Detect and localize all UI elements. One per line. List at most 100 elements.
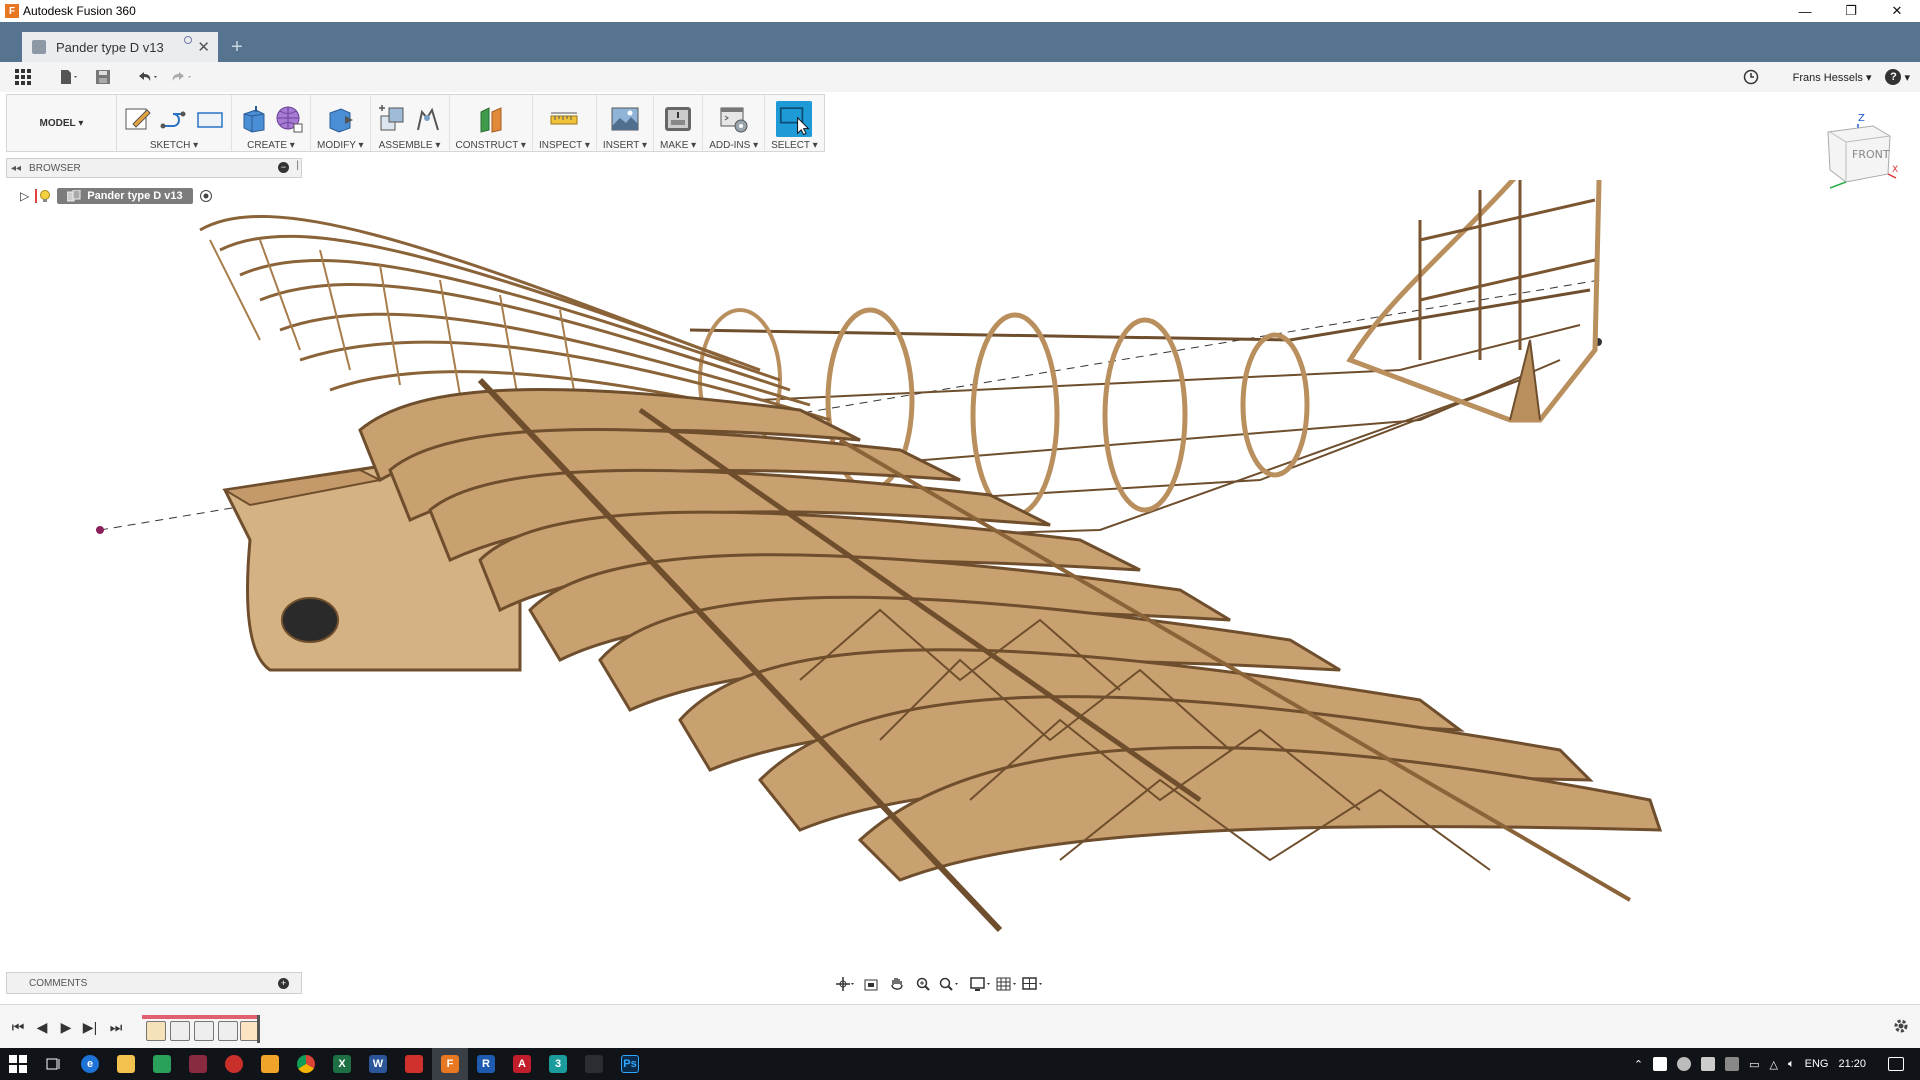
toolbar-group-inspect[interactable]: INSPECT ▾	[533, 95, 597, 151]
tray-app-icon-1[interactable]	[1653, 1057, 1668, 1071]
timeline-settings-gear-icon[interactable]	[1892, 1017, 1910, 1035]
timeline-track[interactable]	[142, 1015, 260, 1043]
toolbar-group-addins[interactable]: ADD-INS ▾	[703, 95, 766, 151]
form-icon[interactable]	[274, 104, 304, 134]
rectangle-icon[interactable]	[195, 104, 225, 134]
toolbar-group-modify[interactable]: MODIFY ▾	[311, 95, 371, 151]
viewcube-face-label: FRONT	[1852, 148, 1890, 161]
timeline-marker[interactable]	[257, 1015, 260, 1043]
toolbar-group-select[interactable]: SELECT ▾	[765, 95, 824, 151]
taskbar-photoshop[interactable]: Ps	[612, 1048, 648, 1080]
joint-icon[interactable]	[413, 104, 443, 134]
orbit-icon[interactable]	[834, 974, 856, 994]
timeline-feature-2[interactable]	[194, 1021, 214, 1041]
close-button[interactable]: ✕	[1874, 0, 1920, 22]
timeline-feature-sketch[interactable]	[146, 1021, 166, 1041]
look-at-icon[interactable]	[860, 974, 882, 994]
volume-icon[interactable]: 🔈︎	[1788, 1058, 1795, 1071]
tray-overflow-chevron-icon[interactable]: ⌃	[1634, 1058, 1643, 1071]
create-sketch-icon[interactable]	[123, 104, 153, 134]
toolbar-group-make[interactable]: MAKE ▾	[654, 95, 704, 151]
taskbar-chrome[interactable]	[288, 1048, 324, 1080]
restore-button[interactable]: ❐	[1828, 0, 1874, 22]
toolbar-group-assemble[interactable]: ASSEMBLE ▾	[371, 95, 450, 151]
new-component-icon[interactable]	[377, 104, 407, 134]
tray-app-icon-2[interactable]	[1677, 1057, 1692, 1071]
action-center-icon[interactable]	[1888, 1057, 1904, 1071]
onedrive-icon[interactable]: △	[1770, 1058, 1778, 1071]
user-account-menu[interactable]: Frans Hessels ▾	[1793, 71, 1872, 84]
measure-icon[interactable]	[549, 104, 579, 134]
viewcube[interactable]: Z FRONT X	[1818, 112, 1900, 192]
taskbar-app-orange[interactable]	[252, 1048, 288, 1080]
line-icon[interactable]	[159, 104, 189, 134]
grid-settings-icon[interactable]	[996, 974, 1018, 994]
taskbar-3dsmax[interactable]: 3	[540, 1048, 576, 1080]
press-pull-icon[interactable]	[325, 104, 355, 134]
browser-collapse-icon[interactable]: −	[278, 162, 289, 173]
scripts-addins-icon[interactable]	[719, 104, 749, 134]
zoom-icon[interactable]	[912, 974, 934, 994]
taskbar-explorer[interactable]	[108, 1048, 144, 1080]
redo-icon[interactable]	[164, 64, 198, 90]
save-icon[interactable]	[86, 64, 120, 90]
add-comment-icon[interactable]: +	[278, 978, 289, 989]
clock-time[interactable]: 21:20	[1838, 1058, 1866, 1070]
toolbar-group-create[interactable]: CREATE ▾	[232, 95, 311, 151]
job-status-clock-icon[interactable]	[1743, 69, 1759, 85]
timeline-step-forward-icon[interactable]: ▶|	[80, 1017, 100, 1037]
taskbar-autocad[interactable]: A	[504, 1048, 540, 1080]
timeline-step-back-icon[interactable]: ◀	[32, 1017, 52, 1037]
3d-print-icon[interactable]	[663, 104, 693, 134]
language-indicator[interactable]: ENG	[1805, 1058, 1829, 1070]
workspace-mode-dropdown[interactable]: MODEL ▾	[7, 95, 117, 151]
toolbar-group-sketch[interactable]: SKETCH ▾	[117, 95, 232, 151]
taskbar-edge[interactable]: e	[72, 1048, 108, 1080]
taskbar-revit[interactable]: R	[468, 1048, 504, 1080]
taskbar-word[interactable]: W	[360, 1048, 396, 1080]
timeline-play-icon[interactable]: ▶	[56, 1017, 76, 1037]
start-button[interactable]	[0, 1048, 36, 1080]
file-menu-icon[interactable]	[52, 64, 86, 90]
taskbar-app-maroon[interactable]	[180, 1048, 216, 1080]
pan-hand-icon[interactable]	[886, 974, 908, 994]
timeline-end-icon[interactable]: ⏭	[106, 1017, 126, 1037]
offset-plane-icon[interactable]	[476, 104, 506, 134]
timeline-feature-3[interactable]	[218, 1021, 238, 1041]
task-view-icon	[46, 1058, 60, 1070]
timeline-feature-1[interactable]	[170, 1021, 190, 1041]
taskbar-app-green[interactable]	[144, 1048, 180, 1080]
browser-pin-icon[interactable]: |	[296, 160, 299, 171]
data-panel-grid-icon[interactable]	[6, 64, 40, 90]
3dsmax-icon: 3	[549, 1055, 567, 1073]
airframe-model[interactable]	[96, 180, 1663, 933]
document-tab[interactable]: Pander type D v13 ✕	[22, 32, 218, 62]
tray-app-icon-4[interactable]	[1725, 1057, 1740, 1071]
taskbar-excel[interactable]: X	[324, 1048, 360, 1080]
display-settings-icon[interactable]	[970, 974, 992, 994]
taskbar-app-dark[interactable]	[576, 1048, 612, 1080]
taskbar-app-red-circle[interactable]	[216, 1048, 252, 1080]
taskbar-fusion-active[interactable]: F	[432, 1048, 468, 1080]
toolbar-group-construct[interactable]: CONSTRUCT ▾	[450, 95, 533, 151]
tab-close-button[interactable]: ✕	[197, 38, 210, 56]
fit-zoom-icon[interactable]	[938, 974, 960, 994]
network-icon[interactable]: ▭	[1749, 1058, 1759, 1071]
extrude-icon[interactable]	[238, 104, 268, 134]
timeline-start-icon[interactable]: ⏮	[8, 1017, 28, 1037]
minimize-button[interactable]: —	[1782, 0, 1828, 22]
viewports-icon[interactable]	[1022, 974, 1044, 994]
help-menu[interactable]: ? ▾	[1885, 69, 1910, 85]
taskbar-app-red[interactable]	[396, 1048, 432, 1080]
comments-panel-header[interactable]: COMMENTS +	[6, 972, 302, 994]
new-tab-button[interactable]: +	[222, 32, 252, 62]
select-icon[interactable]	[775, 100, 813, 137]
insert-canvas-icon[interactable]	[610, 104, 640, 134]
task-view-button[interactable]	[36, 1048, 72, 1080]
undo-icon[interactable]	[130, 64, 164, 90]
collapse-panel-icon[interactable]: ◂◂	[11, 163, 21, 174]
browser-panel-header[interactable]: ◂◂ BROWSER − |	[6, 158, 302, 178]
3d-viewport-canvas[interactable]	[0, 180, 1920, 970]
tray-app-icon-3[interactable]	[1701, 1057, 1716, 1071]
toolbar-group-insert[interactable]: INSERT ▾	[597, 95, 655, 151]
